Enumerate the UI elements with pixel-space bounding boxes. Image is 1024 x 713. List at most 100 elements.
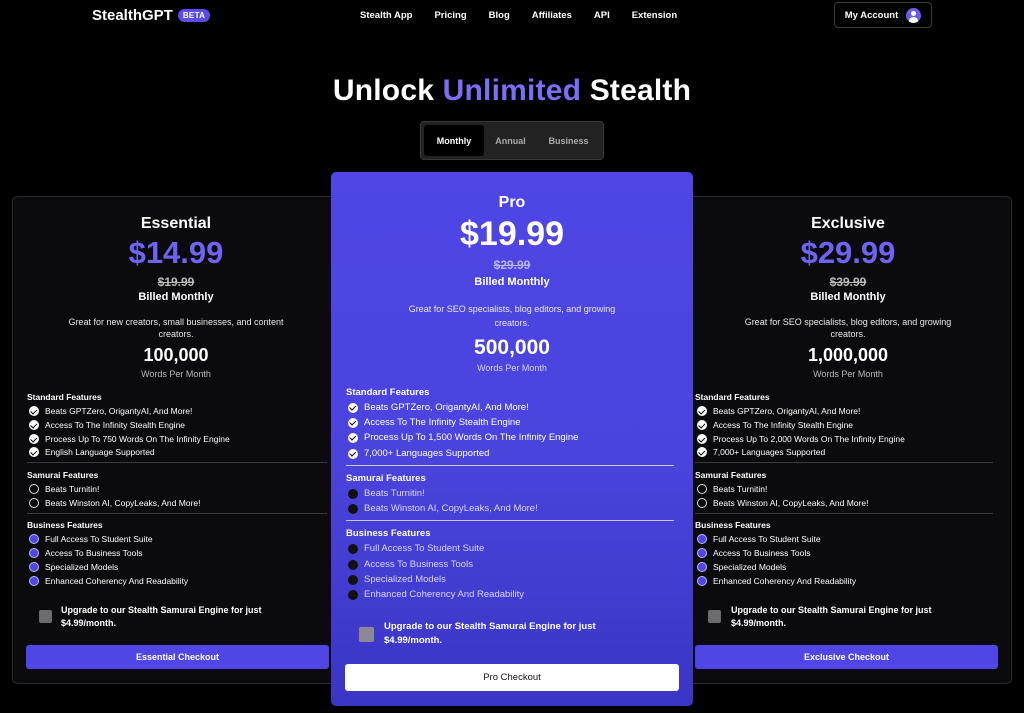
circle-icon [697, 562, 707, 572]
plan-card-essential: Essential $14.99 $19.99 Billed Monthly G… [12, 196, 340, 684]
circle-icon [29, 562, 39, 572]
section-samurai-features: Samurai Features [695, 470, 767, 480]
nav-links: Stealth App Pricing Blog Affiliates API … [360, 10, 699, 21]
check-icon [29, 434, 39, 444]
nav-link-stealth-app[interactable]: Stealth App [360, 10, 412, 21]
check-icon [29, 406, 39, 416]
feature-item: Full Access To Student Suite [348, 543, 484, 554]
billing-period: Billed Monthly [138, 291, 214, 303]
tab-annual[interactable]: Annual [484, 125, 537, 156]
circle-icon [348, 574, 358, 585]
circle-icon [348, 589, 358, 600]
circle-icon [697, 548, 707, 558]
feature-item: Beats GPTZero, OrigantyAI, And More! [348, 402, 529, 413]
circle-icon [29, 576, 39, 586]
tab-monthly[interactable]: Monthly [424, 125, 484, 156]
check-icon [29, 420, 39, 430]
feature-item: Beats GPTZero, OrigantyAI, And More! [29, 406, 192, 416]
feature-item: Beats Turnitin! [348, 488, 425, 499]
logo[interactable]: StealthGPT BETA [92, 7, 211, 24]
check-icon [697, 406, 707, 416]
feature-item: Beats Turnitin! [697, 484, 767, 494]
tab-business[interactable]: Business [537, 125, 600, 156]
plan-description-line-2: creators. [830, 329, 866, 339]
circle-icon [697, 534, 707, 544]
nav-link-extension[interactable]: Extension [632, 10, 677, 21]
plan-price: $19.99 [460, 215, 564, 253]
billing-toggle: Monthly Annual Business [420, 121, 604, 160]
check-icon [697, 434, 707, 444]
circle-icon [29, 534, 39, 544]
essential-checkout-button[interactable]: Essential Checkout [26, 645, 329, 669]
upgrade-checkbox[interactable] [708, 610, 721, 623]
circle-icon [29, 484, 39, 494]
title-accent: Unlimited [442, 74, 582, 107]
check-icon [348, 417, 358, 428]
word-count-label: Words Per Month [813, 369, 883, 379]
plan-name: Essential [140, 215, 212, 232]
circle-icon [697, 576, 707, 586]
billing-period: Billed Monthly [474, 276, 550, 288]
section-samurai-features: Samurai Features [27, 470, 99, 480]
nav-link-affiliates[interactable]: Affiliates [532, 10, 572, 21]
plan-description-line-1: Great for SEO specialists, blog editors,… [744, 317, 952, 327]
plan-price: $14.99 [128, 235, 224, 270]
feature-item: Full Access To Student Suite [697, 534, 821, 544]
feature-item: Process Up To 2,000 Words On The Infinit… [697, 434, 905, 444]
check-icon [697, 447, 707, 457]
exclusive-checkout-button[interactable]: Exclusive Checkout [695, 645, 998, 669]
plan-price: $29.99 [800, 235, 896, 270]
divider [346, 465, 674, 466]
plan-description-line-2: creators. [158, 329, 194, 339]
feature-item: Beats Winston AI, CopyLeaks, And More! [697, 498, 868, 508]
feature-item: English Language Supported [29, 447, 155, 457]
logo-text[interactable]: StealthGPT [92, 7, 173, 24]
feature-item: Enhanced Coherency And Readability [348, 589, 524, 600]
plan-old-price: $19.99 [157, 275, 195, 289]
feature-item: Access To Business Tools [697, 548, 810, 558]
plan-description-line-1: Great for SEO specialists, blog editors,… [408, 304, 616, 314]
my-account-label: My Account [844, 9, 899, 21]
feature-item: Access To Business Tools [348, 559, 473, 570]
top-nav: StealthGPT BETA Stealth App Pricing Blog… [0, 0, 1024, 32]
feature-item: Specialized Models [29, 562, 118, 572]
circle-icon [697, 484, 707, 494]
feature-item: Specialized Models [697, 562, 786, 572]
circle-icon [348, 543, 358, 554]
divider [695, 513, 993, 514]
nav-link-blog[interactable]: Blog [489, 10, 510, 21]
word-count-label: Words Per Month [141, 369, 211, 379]
divider [27, 462, 327, 463]
section-samurai-features: Samurai Features [346, 473, 426, 484]
word-count: 1,000,000 [807, 345, 889, 365]
divider [346, 520, 674, 521]
divider [27, 513, 327, 514]
upgrade-checkbox[interactable] [39, 610, 52, 623]
section-standard-features: Standard Features [346, 387, 430, 398]
feature-item: Enhanced Coherency And Readability [29, 576, 188, 586]
feature-item: Process Up To 1,500 Words On The Infinit… [348, 432, 578, 443]
circle-icon [348, 559, 358, 570]
plan-description-line-2: creators. [494, 318, 530, 328]
word-count: 500,000 [474, 336, 550, 359]
word-count-label: Words Per Month [477, 363, 547, 373]
check-icon [348, 402, 358, 413]
nav-link-api[interactable]: API [594, 10, 610, 21]
nav-link-pricing[interactable]: Pricing [434, 10, 466, 21]
circle-icon [348, 503, 358, 514]
feature-item: 7,000+ Languages Supported [348, 448, 489, 459]
upgrade-checkbox[interactable] [359, 627, 374, 642]
feature-item: Process Up To 750 Words On The Infinity … [29, 434, 230, 444]
pro-checkout-button[interactable]: Pro Checkout [345, 664, 679, 691]
title-part-1: Unlock [332, 74, 435, 107]
feature-item: Access To Business Tools [29, 548, 142, 558]
my-account-button[interactable]: My Account [834, 2, 932, 28]
upgrade-text: Upgrade to our Stealth Samurai Engine fo… [384, 621, 596, 646]
check-icon [29, 447, 39, 457]
section-standard-features: Standard Features [695, 392, 770, 402]
feature-item: Specialized Models [348, 574, 446, 585]
plan-card-pro: Pro $19.99 $29.99 Billed Monthly Great f… [331, 172, 693, 706]
beta-badge: BETA [177, 9, 211, 22]
word-count: 100,000 [143, 345, 209, 365]
feature-item: 7,000+ Languages Supported [697, 447, 825, 457]
